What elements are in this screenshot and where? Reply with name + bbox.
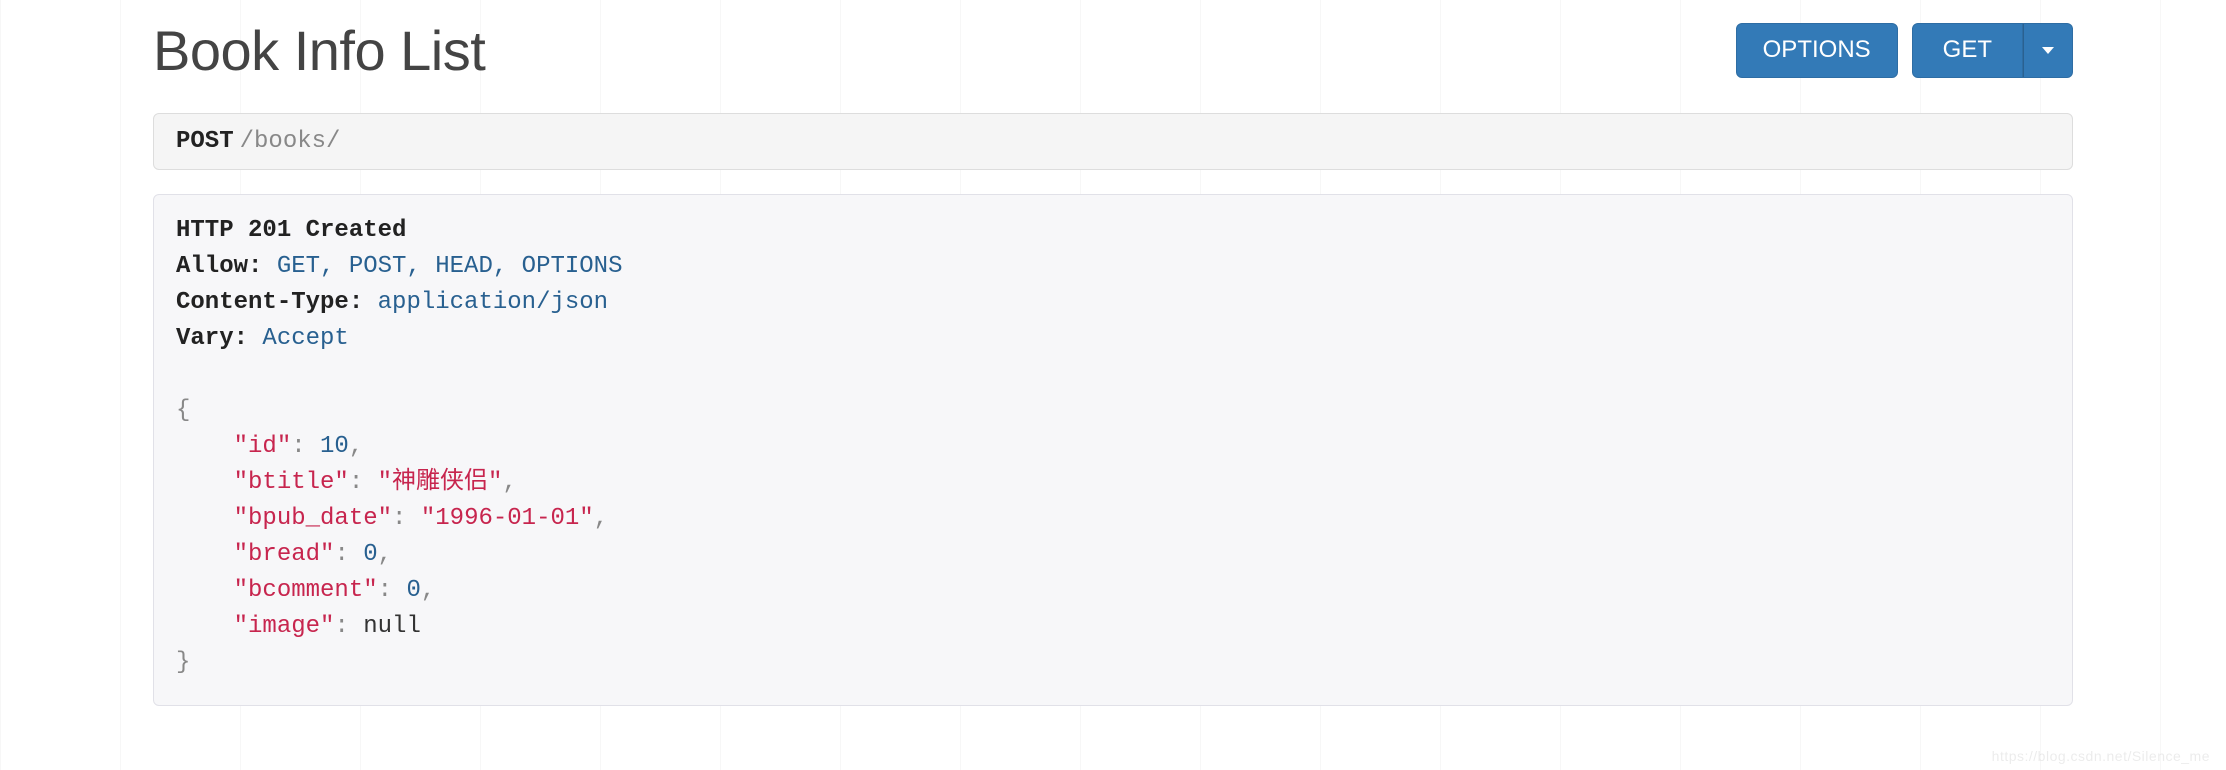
header-content-type-value: application/json (378, 289, 608, 316)
response-panel: HTTP 201 Created Allow: GET, POST, HEAD,… (153, 194, 2073, 706)
json-key-image: "image" (234, 613, 335, 640)
json-val-id: 10 (320, 433, 349, 460)
get-button-group: GET (1912, 23, 2073, 78)
json-close-brace: } (176, 649, 190, 676)
json-val-image: null (363, 613, 421, 640)
header: Book Info List OPTIONS GET (153, 0, 2073, 113)
request-method: POST (176, 128, 234, 155)
json-key-bread: "bread" (234, 541, 335, 568)
caret-down-icon (2042, 47, 2054, 54)
json-open-brace: { (176, 397, 190, 424)
watermark: https://blog.csdn.net/Silence_me (1992, 748, 2210, 764)
action-buttons: OPTIONS GET (1736, 23, 2073, 78)
header-vary-value: Accept (262, 325, 348, 352)
json-key-id: "id" (234, 433, 292, 460)
json-val-bpub-date: "1996-01-01" (421, 505, 594, 532)
json-val-bcomment: 0 (406, 577, 420, 604)
request-path: /books/ (240, 128, 341, 155)
json-key-bpub-date: "bpub_date" (234, 505, 392, 532)
header-allow-value: GET, POST, HEAD, OPTIONS (277, 253, 623, 280)
page-title: Book Info List (153, 18, 485, 83)
json-val-btitle: "神雕侠侣" (378, 469, 503, 496)
header-allow-name: Allow: (176, 253, 262, 280)
get-dropdown-toggle[interactable] (2023, 23, 2073, 78)
header-content-type-name: Content-Type: (176, 289, 363, 316)
json-key-bcomment: "bcomment" (234, 577, 378, 604)
options-button[interactable]: OPTIONS (1736, 23, 1898, 78)
get-button[interactable]: GET (1912, 23, 2023, 78)
json-val-bread: 0 (363, 541, 377, 568)
json-key-btitle: "btitle" (234, 469, 349, 496)
status-line: HTTP 201 Created (176, 217, 406, 244)
header-vary-name: Vary: (176, 325, 248, 352)
request-info: POST/books/ (153, 113, 2073, 170)
